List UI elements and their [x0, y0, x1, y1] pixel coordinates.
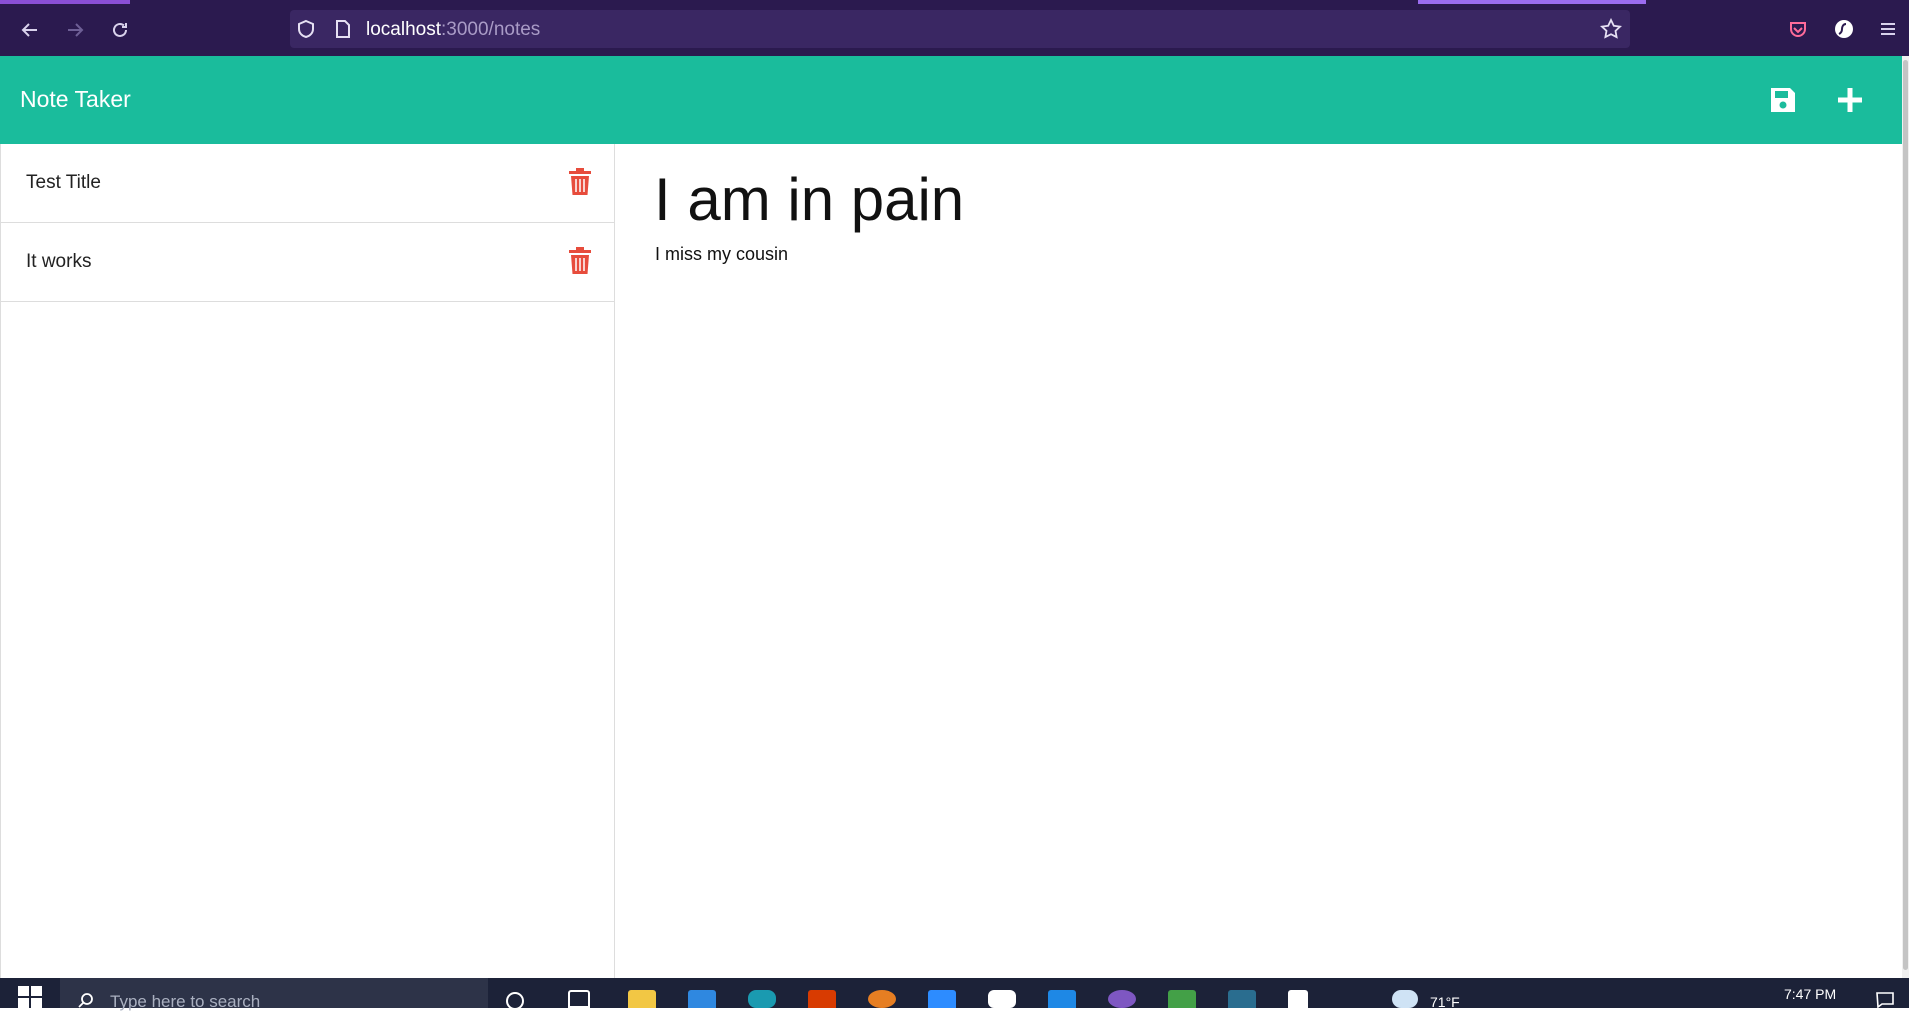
new-note-button[interactable]	[1830, 80, 1870, 120]
trash-icon[interactable]	[568, 168, 592, 196]
url-bar[interactable]: localhost:3000/notes	[290, 10, 1630, 48]
search-icon	[78, 993, 93, 1008]
note-text-area[interactable]: I miss my cousin	[655, 244, 1855, 744]
browser-icon[interactable]	[1108, 990, 1136, 1008]
vscode-icon[interactable]	[1048, 990, 1076, 1008]
reload-button[interactable]	[106, 16, 134, 44]
plus-icon	[1838, 88, 1862, 112]
list-item[interactable]: Test Title	[1, 144, 614, 223]
shield-icon	[298, 19, 314, 39]
browser-toolbar: localhost:3000/notes	[0, 0, 1909, 56]
app-icon[interactable]	[1168, 990, 1196, 1008]
arrow-right-icon	[68, 23, 84, 37]
notification-icon[interactable]	[1876, 992, 1894, 1008]
cortana-icon[interactable]	[506, 992, 524, 1010]
file-explorer-icon[interactable]	[628, 990, 656, 1008]
note-title-input[interactable]	[654, 162, 1854, 236]
app-title[interactable]: Note Taker	[20, 86, 131, 113]
trash-icon[interactable]	[568, 247, 592, 275]
scrollbar-thumb[interactable]	[1903, 60, 1908, 970]
save-icon	[1771, 88, 1795, 112]
taskbar-search[interactable]: Type here to search	[60, 978, 488, 1011]
back-button[interactable]	[16, 16, 44, 44]
taskbar-search-placeholder: Type here to search	[110, 992, 261, 1011]
office-icon[interactable]	[808, 990, 836, 1008]
mail-icon[interactable]	[688, 990, 716, 1008]
url-path: :3000/notes	[441, 19, 541, 40]
active-tab-accent	[1418, 0, 1646, 4]
menu-icon[interactable]	[1880, 21, 1896, 37]
note-list-title: Test Title	[26, 172, 101, 193]
pocket-icon[interactable]	[1788, 19, 1808, 39]
app-icon[interactable]	[748, 990, 776, 1008]
url-text: localhost:3000/notes	[366, 19, 540, 41]
url-host: localhost	[366, 19, 441, 40]
taskbar-clock[interactable]: 7:47 PM	[1784, 986, 1836, 1002]
page-icon	[336, 20, 350, 38]
note-list-title: It works	[26, 251, 92, 272]
save-note-button[interactable]	[1763, 80, 1803, 120]
note-editor: I miss my cousin	[616, 144, 1902, 978]
page-scrollbar[interactable]	[1902, 56, 1909, 978]
weather-icon	[1392, 990, 1418, 1008]
app-header: Note Taker	[0, 56, 1902, 144]
firefox-icon[interactable]	[868, 990, 896, 1008]
slack-icon[interactable]	[988, 990, 1016, 1008]
star-icon[interactable]	[1600, 18, 1622, 40]
zoom-icon[interactable]	[928, 990, 956, 1008]
notepad-icon[interactable]	[1288, 990, 1308, 1008]
task-view-icon[interactable]	[568, 990, 590, 1008]
taskbar: Type here to search 71°F 7:47 PM	[0, 978, 1909, 1011]
extension-icon[interactable]	[1834, 19, 1854, 39]
tab-accent	[0, 0, 130, 4]
mysql-icon[interactable]	[1228, 990, 1256, 1008]
windows-start-icon[interactable]	[18, 986, 42, 1008]
arrow-left-icon	[21, 23, 37, 37]
reload-icon	[113, 22, 127, 37]
list-item[interactable]: It works	[1, 223, 614, 302]
forward-button[interactable]	[61, 16, 89, 44]
note-list: Test Title It works	[0, 144, 615, 978]
